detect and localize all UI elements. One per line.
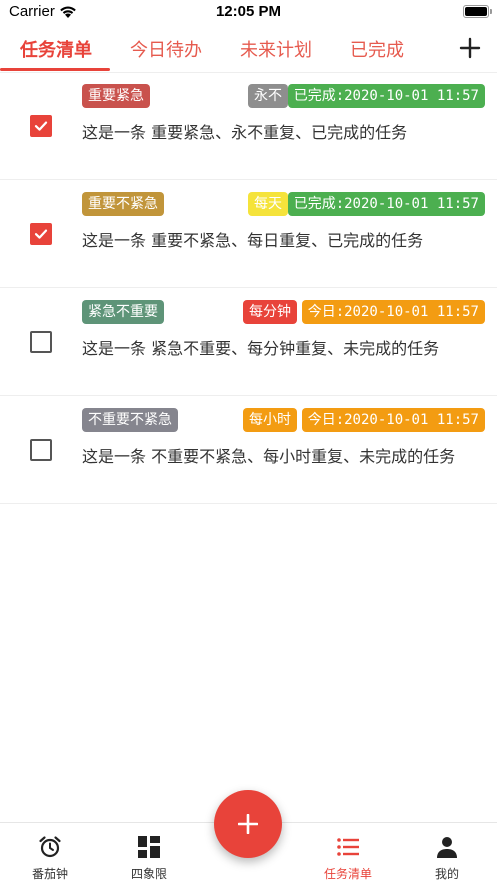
tab-future-plan[interactable]: 未来计划 <box>240 36 312 62</box>
date-tag: 今日:2020-10-01 11:57 <box>301 300 485 324</box>
task-title: 这是一条 重要不紧急、每日重复、已完成的任务 <box>82 231 424 250</box>
quadrant-icon <box>138 836 160 858</box>
priority-tag: 重要紧急 <box>82 84 150 108</box>
nav-item-quadrant[interactable]: 四象限 <box>104 823 194 884</box>
active-tab-indicator <box>0 68 110 71</box>
tab-bar: 任务清单 今日待办 未来计划 已完成 <box>0 30 497 73</box>
task-checkbox[interactable] <box>30 331 52 353</box>
date-tag: 已完成:2020-10-01 11:57 <box>287 84 485 108</box>
repeat-tag: 每天 <box>248 192 288 216</box>
check-icon <box>34 229 48 239</box>
priority-tag: 紧急不重要 <box>82 300 164 324</box>
task-row[interactable]: 重要不紧急 每天 已完成:2020-10-01 11:57 这是一条 重要不紧急… <box>0 180 497 288</box>
nav-label: 任务清单 <box>323 867 372 881</box>
repeat-tag: 每小时 <box>243 408 297 432</box>
plus-icon <box>238 814 258 834</box>
task-title: 这是一条 紧急不重要、每分钟重复、未完成的任务 <box>82 339 440 358</box>
task-checkbox[interactable] <box>30 115 52 137</box>
priority-tag: 重要不紧急 <box>82 192 164 216</box>
date-tag: 已完成:2020-10-01 11:57 <box>287 192 485 216</box>
task-list: 重要紧急 永不 已完成:2020-10-01 11:57 这是一条 重要紧急、永… <box>0 72 497 504</box>
tab-today-todo[interactable]: 今日待办 <box>130 36 202 62</box>
clock-time: 12:05 PM <box>215 3 282 20</box>
task-row[interactable]: 重要紧急 永不 已完成:2020-10-01 11:57 这是一条 重要紧急、永… <box>0 72 497 180</box>
status-bar: Carrier 12:05 PM <box>0 0 497 26</box>
repeat-tag: 永不 <box>248 84 288 108</box>
person-icon <box>437 837 457 858</box>
task-checkbox[interactable] <box>30 223 52 245</box>
date-tag: 今日:2020-10-01 11:57 <box>301 408 485 432</box>
tab-task-list[interactable]: 任务清单 <box>20 36 92 62</box>
task-row[interactable]: 不重要不紧急 每小时 今日:2020-10-01 11:57 这是一条 不重要不… <box>0 396 497 504</box>
nav-label: 番茄钟 <box>31 867 68 881</box>
check-icon <box>34 121 48 131</box>
task-title: 这是一条 重要紧急、永不重复、已完成的任务 <box>82 123 408 142</box>
battery-tip <box>490 9 492 14</box>
task-row[interactable]: 紧急不重要 每分钟 今日:2020-10-01 11:57 这是一条 紧急不重要… <box>0 288 497 396</box>
add-task-button[interactable] <box>214 790 282 858</box>
list-icon <box>337 838 359 856</box>
nav-label: 我的 <box>434 867 459 881</box>
nav-item-mine[interactable]: 我的 <box>402 823 492 884</box>
nav-item-pomodoro[interactable]: 番茄钟 <box>5 823 95 884</box>
battery-icon <box>463 5 489 18</box>
task-checkbox[interactable] <box>30 439 52 461</box>
alarm-clock-icon <box>39 836 61 858</box>
nav-label: 四象限 <box>130 867 167 881</box>
repeat-tag: 每分钟 <box>243 300 297 324</box>
task-title: 这是一条 不重要不紧急、每小时重复、未完成的任务 <box>82 447 456 466</box>
priority-tag: 不重要不紧急 <box>82 408 178 432</box>
nav-item-task-list[interactable]: 任务清单 <box>303 823 393 884</box>
tab-completed[interactable]: 已完成 <box>350 36 404 62</box>
add-icon[interactable] <box>459 37 481 59</box>
